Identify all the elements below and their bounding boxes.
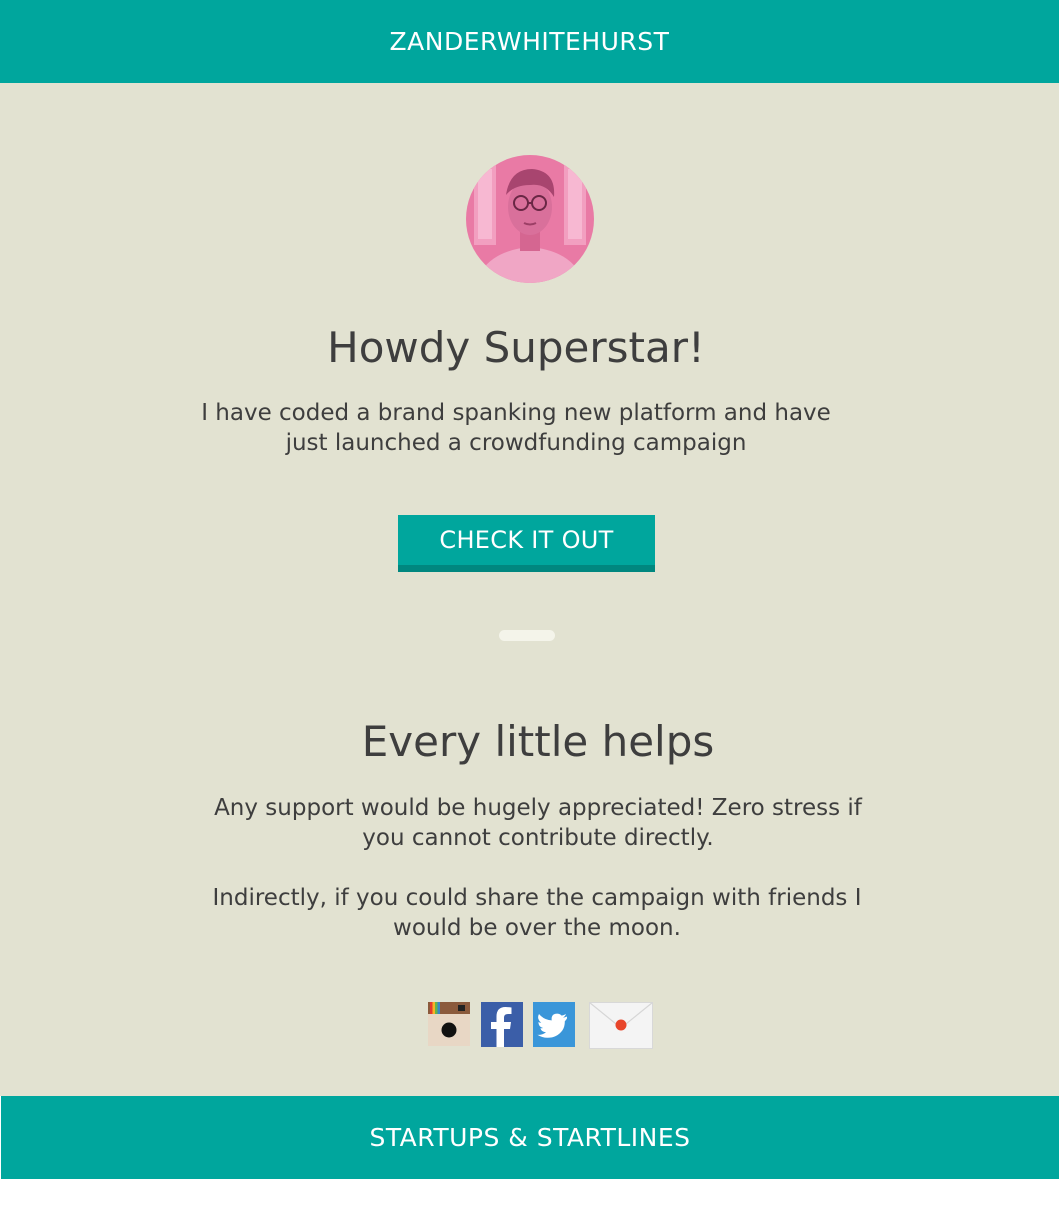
section-divider: [499, 630, 555, 641]
email-icon: [589, 1002, 653, 1049]
check-it-out-button[interactable]: CHECK IT OUT: [398, 515, 655, 572]
support-text-1: Any support would be hugely appreciated!…: [214, 795, 862, 851]
header-bar: ZANDERWHITEHURST: [0, 0, 1059, 83]
main-content: Howdy Superstar! I have coded a brand sp…: [0, 83, 1059, 1096]
twitter-link[interactable]: [533, 1002, 575, 1047]
footer-label: STARTUPS & STARTLINES: [369, 1123, 691, 1152]
hero-title: Howdy Superstar!: [327, 323, 705, 372]
facebook-link[interactable]: [481, 1002, 523, 1047]
hero-text: I have coded a brand spanking new platfo…: [201, 400, 831, 456]
support-title: Every little helps: [361, 717, 715, 766]
support-text-2: Indirectly, if you could share the campa…: [212, 885, 862, 941]
check-it-out-label: CHECK IT OUT: [439, 526, 614, 554]
email-link[interactable]: [589, 1002, 653, 1049]
brand-name: ZANDERWHITEHURST: [389, 27, 670, 56]
footer-bar: STARTUPS & STARTLINES: [1, 1096, 1059, 1179]
instagram-icon: [428, 1002, 470, 1046]
twitter-icon: [533, 1002, 575, 1047]
instagram-link[interactable]: [428, 1002, 470, 1046]
email-page: ZANDERWHITEHURST Howdy Superstar! I have…: [0, 0, 1059, 1207]
facebook-icon: [481, 1002, 523, 1047]
avatar: [466, 155, 594, 283]
